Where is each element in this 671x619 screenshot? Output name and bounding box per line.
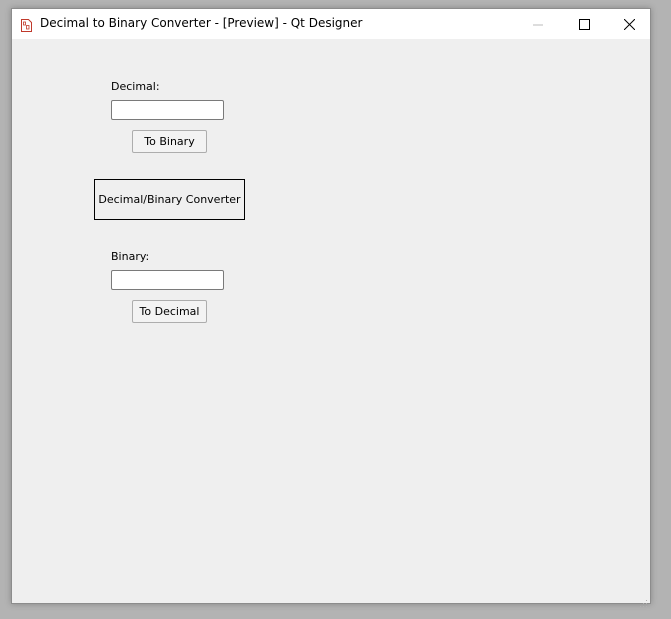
form-content: Decimal: To Binary Decimal/Binary Conver…: [12, 39, 650, 607]
close-button[interactable]: [606, 9, 652, 39]
decimal-input[interactable]: [111, 100, 224, 120]
maximize-icon: [578, 15, 590, 34]
to-decimal-button[interactable]: To Decimal: [132, 300, 207, 323]
binary-label: Binary:: [111, 250, 150, 263]
to-binary-button[interactable]: To Binary: [132, 130, 207, 153]
minimize-icon: [533, 15, 543, 34]
title-bar[interactable]: Decimal to Binary Converter - [Preview] …: [12, 9, 650, 39]
maximize-button[interactable]: [561, 9, 607, 39]
binary-input[interactable]: [111, 270, 224, 290]
qt-designer-form-icon: [21, 17, 32, 32]
converter-heading: Decimal/Binary Converter: [94, 179, 245, 220]
decimal-label: Decimal:: [111, 80, 160, 93]
preview-window: Decimal to Binary Converter - [Preview] …: [11, 8, 651, 607]
window-title: Decimal to Binary Converter - [Preview] …: [40, 16, 363, 30]
close-icon: [623, 15, 635, 34]
minimize-button[interactable]: [515, 9, 561, 39]
size-grip-icon[interactable]: [638, 593, 648, 607]
